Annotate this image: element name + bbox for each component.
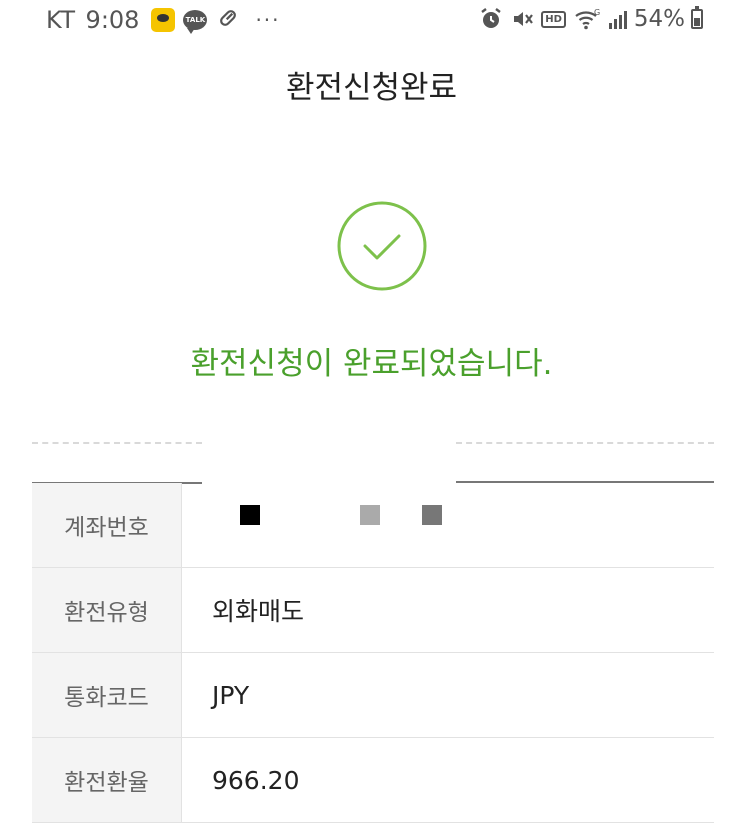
battery-percent: 54% — [633, 6, 685, 32]
talk-label: TALK — [185, 16, 206, 24]
pill-icon — [217, 7, 239, 33]
redaction-mark — [422, 505, 442, 525]
more-notifications-icon: ··· — [255, 8, 281, 32]
hd-voice-icon: HD — [541, 10, 566, 28]
status-bar: KT 9:08 TALK ··· HD G 54% — [0, 0, 743, 40]
page-title: 환전신청완료 — [285, 70, 458, 106]
mute-icon — [511, 7, 535, 31]
exchange-rate-label: 환전환율 — [32, 738, 182, 822]
account-number-label: 계좌번호 — [32, 483, 182, 567]
currency-code-label: 통화코드 — [32, 653, 182, 737]
exchange-details-table: 계좌번호 환전유형 외화매도 통화코드 JPY 환전환율 966.20 — [32, 483, 714, 823]
svg-text:G: G — [594, 8, 600, 17]
dashed-divider-left — [32, 442, 202, 444]
table-row-exchange-rate: 환전환율 966.20 — [32, 738, 714, 823]
currency-code-value: JPY — [212, 680, 250, 710]
exchange-type-label: 환전유형 — [32, 568, 182, 652]
check-circle-icon — [336, 200, 428, 292]
status-left: KT 9:08 TALK ··· — [46, 6, 281, 34]
dashed-divider-right — [456, 442, 714, 444]
kb-bank-app-icon — [151, 8, 176, 32]
wifi-icon: G — [574, 7, 600, 31]
battery-icon — [691, 6, 703, 29]
signal-icon — [608, 8, 628, 30]
exchange-rate-value: 966.20 — [212, 765, 300, 795]
table-row-account-number: 계좌번호 — [32, 483, 714, 568]
account-number-value — [182, 483, 714, 567]
table-row-exchange-type: 환전유형 외화매도 — [32, 568, 714, 653]
success-message: 환전신청이 완료되었습니다. — [190, 346, 553, 382]
carrier-label: KT — [46, 6, 76, 34]
redaction-mark — [360, 505, 380, 525]
table-row-currency-code: 통화코드 JPY — [32, 653, 714, 738]
redaction-mark — [240, 505, 260, 525]
clock-label: 9:08 — [85, 6, 140, 34]
kakaotalk-icon: TALK — [183, 10, 208, 34]
exchange-type-value: 외화매도 — [212, 597, 305, 626]
alarm-icon — [479, 7, 503, 31]
status-right: HD G 54% — [471, 6, 703, 32]
